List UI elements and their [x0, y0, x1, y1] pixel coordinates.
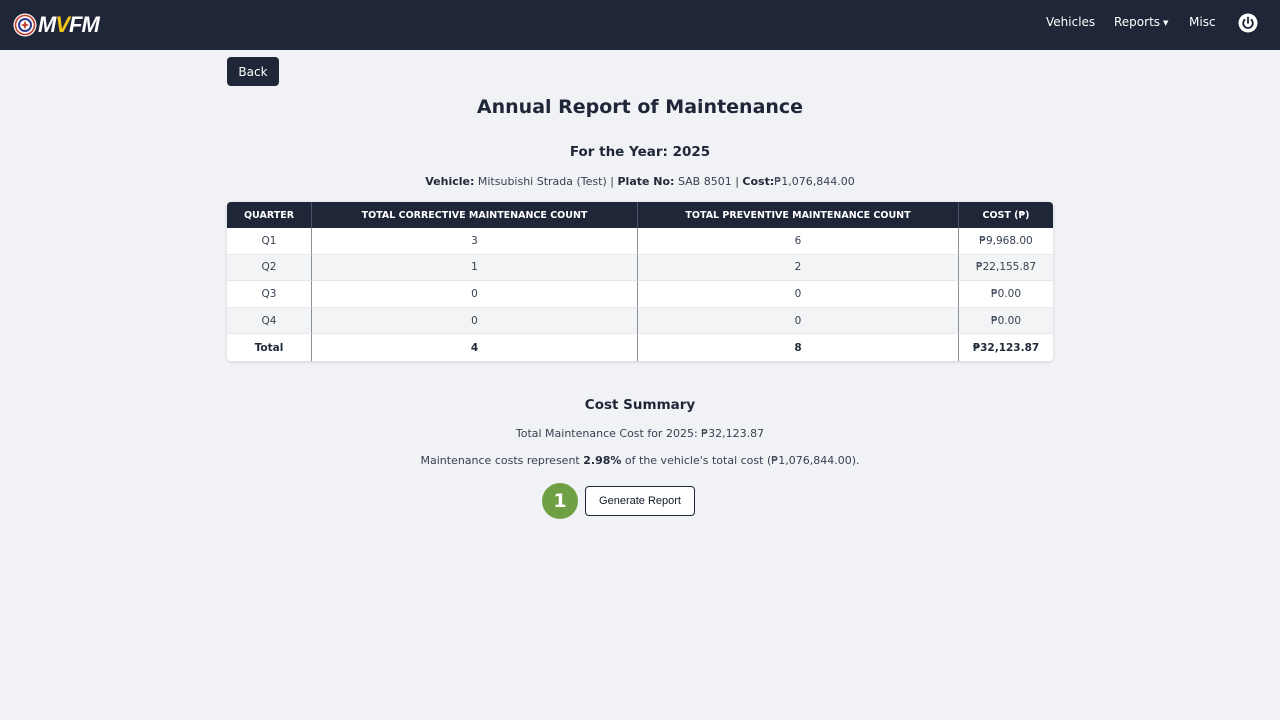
cell-cost: ₱0.00	[959, 281, 1053, 308]
table-row: Q1 3 6 ₱9,968.00	[227, 228, 1053, 255]
brand-name: MVFM	[38, 12, 100, 38]
vehicle-label: Vehicle:	[425, 175, 475, 188]
cost-summary-heading: Cost Summary	[584, 397, 696, 413]
brand-logo[interactable]: MVFM	[13, 12, 100, 38]
top-navbar: MVFM Vehicles Reports ▼ Misc	[0, 0, 1280, 50]
percentage-prefix: Maintenance costs represent	[420, 454, 580, 467]
brand-name-prefix: M	[38, 12, 56, 37]
cell-preventive: 0	[638, 281, 959, 308]
cell-preventive: 6	[638, 228, 959, 255]
plate-label: Plate No:	[617, 175, 675, 188]
cell-corrective: 0	[312, 307, 638, 335]
cost-percentage-text: Maintenance costs represent 2.98% of the…	[0, 454, 1280, 467]
brand-name-accent: V	[55, 12, 70, 37]
brand-name-suffix: FM	[69, 12, 100, 37]
vehicle-value: Mitsubishi Strada (Test)	[477, 175, 607, 188]
plate-value: SAB 8501	[677, 175, 732, 188]
page-title: Annual Report of Maintenance	[476, 96, 804, 118]
step-marker: 1	[542, 483, 578, 519]
cell-corrective: 3	[312, 228, 638, 255]
generate-report-button[interactable]: Generate Report	[585, 486, 695, 516]
cell-cost: ₱22,155.87	[959, 254, 1053, 282]
table-total-row: Total 4 8 ₱32,123.87	[227, 334, 1053, 361]
cell-corrective: 1	[312, 254, 638, 282]
header-cost: COST (₱)	[959, 202, 1053, 228]
table-row: Q4 0 0 ₱0.00	[227, 307, 1053, 335]
cell-cost: ₱0.00	[959, 307, 1053, 335]
total-cost: ₱32,123.87	[972, 341, 1040, 354]
total-maintenance-cost: Total Maintenance Cost for 2025: ₱32,123…	[515, 427, 765, 440]
nav-reports-dropdown[interactable]: Reports ▼	[1114, 15, 1168, 29]
back-button[interactable]: Back	[227, 57, 279, 86]
cell-cost: ₱9,968.00	[959, 228, 1053, 255]
header-preventive-count: TOTAL PREVENTIVE MAINTENANCE COUNT	[638, 202, 959, 228]
cost-label: Cost:	[742, 175, 775, 188]
percentage-value: 2.98%	[583, 454, 622, 467]
nav-vehicles[interactable]: Vehicles	[1046, 15, 1095, 29]
cell-quarter: Q1	[227, 228, 312, 255]
separator: |	[735, 175, 739, 188]
seal-icon	[13, 13, 37, 37]
table-header-row: QUARTER TOTAL CORRECTIVE MAINTENANCE COU…	[227, 202, 1053, 228]
cell-quarter: Q4	[227, 307, 312, 335]
power-icon[interactable]	[1238, 13, 1258, 33]
header-quarter: QUARTER	[227, 202, 312, 228]
cell-preventive: 0	[638, 307, 959, 335]
cell-preventive: 2	[638, 254, 959, 282]
header-corrective-count: TOTAL CORRECTIVE MAINTENANCE COUNT	[312, 202, 638, 228]
vehicle-info: Vehicle: Mitsubishi Strada (Test) | Plat…	[0, 175, 1280, 188]
caret-down-icon: ▼	[1163, 19, 1169, 27]
total-preventive: 8	[638, 334, 959, 361]
cell-quarter: Q3	[227, 281, 312, 308]
table-row: Q2 1 2 ₱22,155.87	[227, 254, 1053, 282]
cell-quarter: Q2	[227, 254, 312, 282]
cell-corrective: 0	[312, 281, 638, 308]
cost-value: ₱1,076,844.00	[774, 175, 855, 188]
table-row: Q3 0 0 ₱0.00	[227, 281, 1053, 308]
nav-misc[interactable]: Misc	[1189, 15, 1216, 29]
report-year: For the Year: 2025	[569, 144, 711, 160]
separator: |	[610, 175, 614, 188]
maintenance-table: QUARTER TOTAL CORRECTIVE MAINTENANCE COU…	[227, 202, 1053, 361]
total-corrective: 4	[312, 334, 638, 361]
total-label: Total	[227, 334, 312, 361]
nav-reports-label: Reports	[1114, 15, 1161, 29]
percentage-suffix: of the vehicle's total cost (₱1,076,844.…	[624, 454, 860, 467]
